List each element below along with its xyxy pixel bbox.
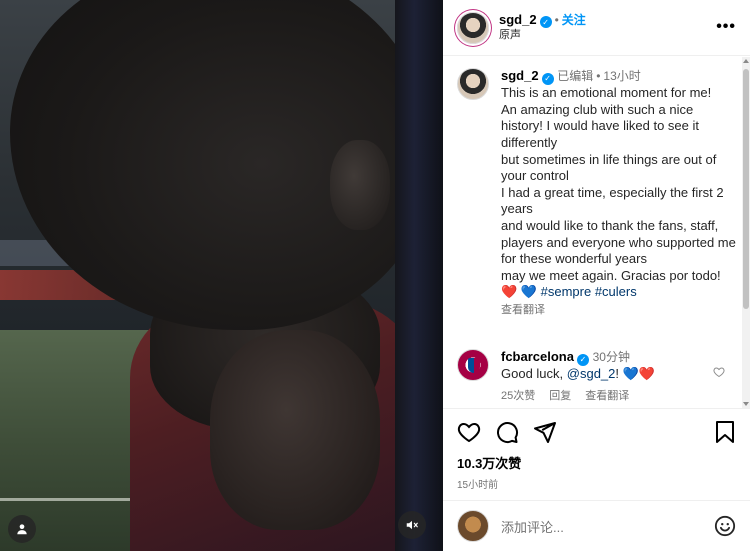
comments-list[interactable]: sgd_2 ✓ 已编辑 • 13小时 This is an emotional mom… bbox=[443, 57, 750, 408]
user-tag-icon bbox=[17, 524, 27, 535]
comment-body: fcbarcelona ✓ 30分钟 Good luck, @sgd_2! 💙❤️… bbox=[501, 349, 737, 404]
caption-line: and would like to thank the fans, staff,… bbox=[501, 218, 736, 267]
author-username[interactable]: sgd_2 bbox=[499, 12, 537, 27]
edited-label: 已编辑 bbox=[557, 69, 594, 83]
post-likes-count[interactable]: 10.3万次赞 bbox=[457, 453, 736, 472]
separator-dot: • bbox=[554, 12, 559, 27]
audio-label[interactable]: 原声 bbox=[499, 28, 586, 43]
more-options-icon[interactable]: ••• bbox=[716, 18, 736, 36]
comment-composer: 添加评论... bbox=[443, 500, 750, 551]
post-sidebar: sgd_2 ✓ • 关注 原声 ••• sgd_2 ✓ 已编辑 • 13小时 This is… bbox=[443, 0, 750, 551]
comment-mention-link[interactable]: @sgd_2 bbox=[567, 366, 616, 381]
post-header: sgd_2 ✓ • 关注 原声 ••• bbox=[443, 0, 750, 56]
author-info: sgd_2 ✓ • 关注 原声 bbox=[499, 12, 586, 44]
caption-body: sgd_2 ✓ 已编辑 • 13小时 This is an emotional mom… bbox=[501, 68, 737, 319]
commenter-username[interactable]: fcbarcelona bbox=[501, 349, 574, 364]
post-media[interactable] bbox=[0, 0, 443, 551]
caption-comment: sgd_2 ✓ 已编辑 • 13小时 This is an emotional mom… bbox=[457, 68, 737, 319]
see-translation-link[interactable]: 查看翻译 bbox=[501, 302, 737, 319]
verified-badge-icon: ✓ bbox=[541, 73, 554, 86]
caption-author-avatar[interactable] bbox=[457, 68, 489, 100]
comment-text-prefix: Good luck, bbox=[501, 366, 567, 382]
caption-line: An amazing club with such a nice history… bbox=[501, 101, 699, 151]
verified-badge-icon: ✓ bbox=[539, 16, 552, 29]
caption-line: may we meet again. Gracias por todo! bbox=[501, 267, 721, 283]
scroll-down-arrow-icon[interactable] bbox=[743, 402, 749, 406]
tagged-users-button[interactable] bbox=[8, 515, 36, 543]
caption-line: I had a great time, especially the first… bbox=[501, 184, 724, 217]
comment-likes-count[interactable]: 25次赞 bbox=[501, 388, 535, 405]
comment-input[interactable]: 添加评论... bbox=[501, 517, 714, 536]
follow-button[interactable]: 关注 bbox=[562, 13, 586, 27]
heart-emojis: ❤️ 💙 bbox=[501, 284, 537, 300]
emoji-picker-icon[interactable] bbox=[714, 515, 736, 537]
mute-button[interactable] bbox=[398, 511, 426, 539]
caption-username[interactable]: sgd_2 bbox=[501, 68, 539, 83]
comment-actions: 25次赞 回复 查看翻译 bbox=[501, 388, 737, 405]
like-comment-heart-icon[interactable] bbox=[713, 365, 725, 383]
author-avatar[interactable] bbox=[457, 11, 489, 44]
scroll-up-arrow-icon[interactable] bbox=[743, 59, 749, 63]
save-bookmark-icon[interactable] bbox=[714, 420, 736, 444]
comment-item: fcbarcelona ✓ 30分钟 Good luck, @sgd_2! 💙❤️… bbox=[457, 349, 737, 404]
scrollbar-thumb[interactable] bbox=[743, 69, 749, 309]
reply-button[interactable]: 回复 bbox=[549, 388, 571, 405]
post-actions-bar: 10.3万次赞 15小时前 bbox=[443, 408, 750, 491]
post-timestamp[interactable]: 15小时前 bbox=[457, 476, 736, 491]
speaker-muted-icon bbox=[406, 520, 418, 530]
caption-line: but sometimes in life things are out of … bbox=[501, 151, 717, 184]
hashtags-link[interactable]: #sempre #culers bbox=[541, 284, 637, 299]
share-paper-plane-icon[interactable] bbox=[533, 420, 557, 444]
comment-translation-link[interactable]: 查看翻译 bbox=[585, 388, 629, 405]
comments-scrollbar[interactable] bbox=[742, 57, 750, 408]
commenter-avatar[interactable] bbox=[457, 349, 489, 381]
verified-badge-icon: ✓ bbox=[576, 354, 589, 367]
comment-time[interactable]: 30分钟 bbox=[593, 350, 630, 364]
caption-line: This is an emotional moment for me! bbox=[501, 85, 712, 101]
separator-dot: • bbox=[596, 69, 601, 83]
media-ear bbox=[330, 140, 390, 230]
like-heart-icon[interactable] bbox=[457, 420, 481, 444]
media-hand bbox=[210, 330, 380, 530]
media-sleeve bbox=[395, 0, 443, 551]
comment-bubble-icon[interactable] bbox=[495, 420, 519, 444]
caption-time[interactable]: 13小时 bbox=[603, 69, 640, 83]
viewer-avatar bbox=[457, 510, 489, 542]
comment-text-suffix: ! 💙❤️ bbox=[615, 366, 655, 382]
